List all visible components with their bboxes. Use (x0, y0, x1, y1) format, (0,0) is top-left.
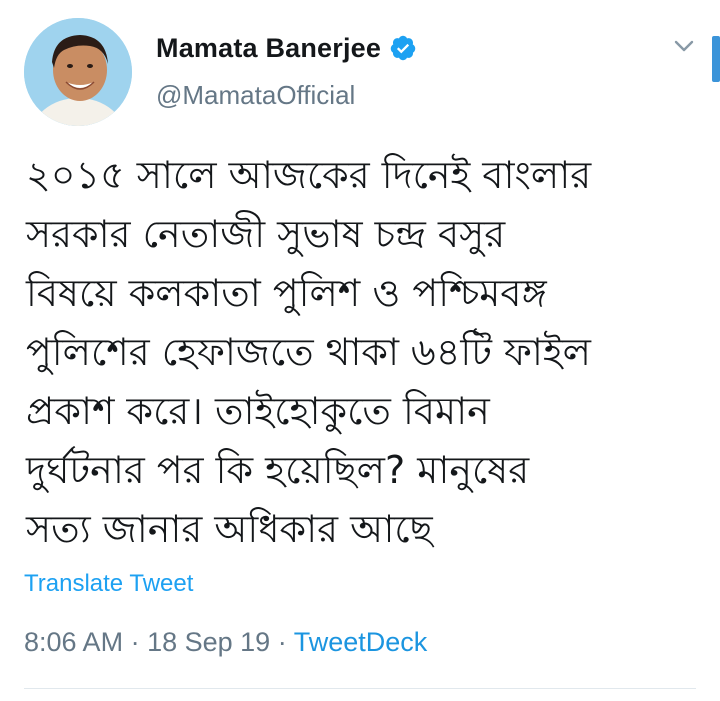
profile-photo (24, 18, 132, 126)
divider (24, 688, 696, 689)
chevron-down-icon[interactable] (672, 36, 696, 56)
tweet-text-line: পুলিশের হেফাজতে থাকা ৬৪টি ফাইল (26, 330, 591, 374)
tweet-time[interactable]: 8:06 AM (24, 627, 123, 657)
tweet-text-line: সরকার নেতাজী সুভাষ চন্দ্র বসুর (26, 212, 506, 256)
tweet-metadata: 8:06 AM · 18 Sep 19 · TweetDeck (24, 627, 427, 658)
tweet-text-line: প্রকাশ করে। তাইহোকুতে বিমান (26, 389, 490, 433)
avatar[interactable] (24, 18, 132, 126)
tweet-text-line: দুর্ঘটনার পর কি হয়েছিল? মানুষের (26, 448, 530, 492)
author-name-row[interactable]: Mamata Banerjee (156, 30, 417, 66)
verified-badge-icon (390, 35, 416, 61)
tweet-source-link[interactable]: TweetDeck (294, 627, 428, 657)
tweet-text-line: সত্য জানার অধিকার আছে (26, 507, 433, 551)
tweet-date[interactable]: 18 Sep 19 (147, 627, 270, 657)
author-handle[interactable]: @MamataOfficial (156, 80, 355, 111)
tweet-text: ২০১৫ সালে আজকের দিনেই বাংলার সরকার নেতাজ… (26, 146, 696, 559)
display-name[interactable]: Mamata Banerjee (156, 33, 381, 64)
tweet-text-line: ২০১৫ সালে আজকের দিনেই বাংলার (26, 153, 592, 197)
meta-separator: · (130, 627, 140, 657)
scrollbar-thumb[interactable] (712, 36, 720, 82)
translate-tweet-link[interactable]: Translate Tweet (24, 570, 193, 598)
tweet-text-line: বিষয়ে কলকাতা পুলিশ ও পশ্চিমবঙ্গ (26, 271, 547, 315)
meta-separator: · (277, 627, 287, 657)
